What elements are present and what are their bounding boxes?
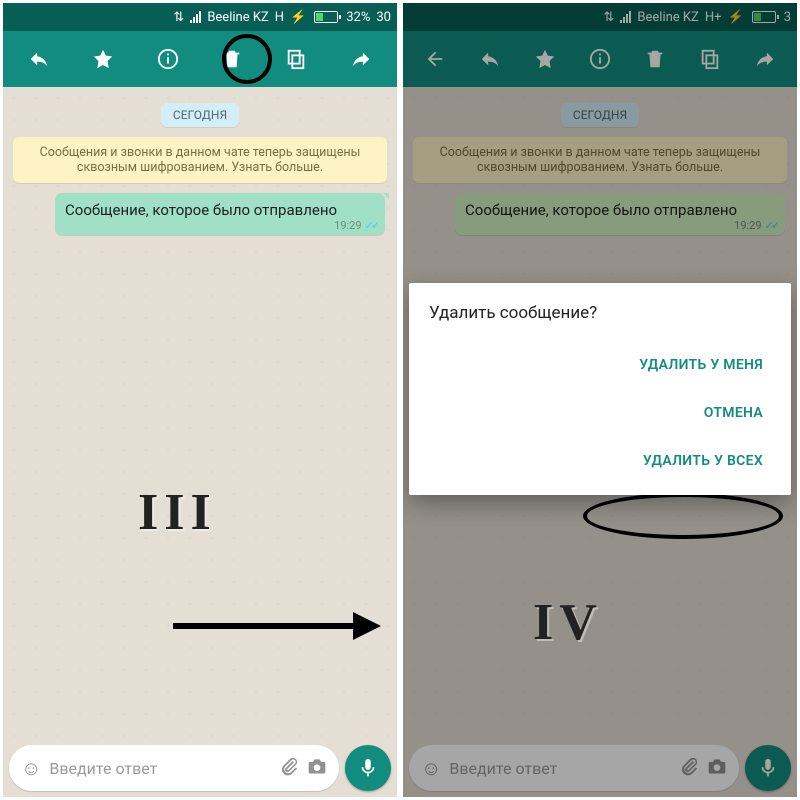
screenshot-step-4: ⇅ Beeline KZ H+ ⚡ 3 СЕГОДНЯ Сообщения и …: [400, 0, 800, 800]
message-time: 19:29: [734, 219, 761, 232]
attach-icon[interactable]: [679, 756, 699, 780]
copy-icon[interactable]: [276, 39, 316, 79]
updown-icon: ⇅: [603, 10, 614, 25]
charging-icon: ⚡: [728, 10, 744, 25]
step-label-3: III: [138, 483, 217, 542]
chat-content: СЕГОДНЯ Сообщения и звонки в данном чате…: [3, 87, 397, 245]
status-trailing: 3: [784, 10, 791, 25]
selection-toolbar: [3, 31, 397, 87]
message-text: Сообщение, которое было отправлено: [65, 201, 375, 219]
network-type: H+: [705, 10, 722, 25]
attach-icon[interactable]: [279, 756, 299, 780]
message-input-bar: ☺ Введите ответ: [409, 745, 791, 791]
mic-button[interactable]: [745, 745, 791, 791]
selection-toolbar: [403, 31, 797, 87]
date-chip: СЕГОДНЯ: [409, 103, 791, 127]
message-bubble[interactable]: Сообщение, которое было отправлено 19:29…: [55, 193, 385, 235]
charging-icon: ⚡: [290, 10, 306, 25]
emoji-icon[interactable]: ☺: [421, 756, 441, 781]
forward-icon[interactable]: [745, 39, 785, 79]
screenshot-step-3: ⇅ Beeline KZ H ⚡ 32% 30 СЕГОДНЯ Сообщени…: [0, 0, 400, 800]
message-time: 19:29: [334, 219, 361, 232]
updown-icon: ⇅: [173, 10, 184, 25]
message-input-bar: ☺ Введите ответ: [9, 745, 391, 791]
mic-button[interactable]: [345, 745, 391, 791]
dialog-title: Удалить сообщение?: [429, 303, 771, 323]
message-meta: 19:29 ✓✓: [734, 219, 777, 232]
reply-icon[interactable]: [19, 39, 59, 79]
encryption-banner[interactable]: Сообщения и звонки в данном чате теперь …: [13, 137, 387, 183]
trash-icon[interactable]: [212, 39, 252, 79]
camera-icon[interactable]: [707, 756, 727, 780]
reply-icon[interactable]: [470, 39, 510, 79]
copy-icon[interactable]: [690, 39, 730, 79]
forward-icon[interactable]: [341, 39, 381, 79]
signal-icon: [190, 11, 201, 23]
status-bar: ⇅ Beeline KZ H+ ⚡ 3: [403, 3, 797, 31]
message-meta: 19:29 ✓✓: [334, 219, 377, 232]
arrow-icon: [173, 623, 353, 629]
message-text: Сообщение, которое было отправлено: [465, 201, 775, 219]
cancel-button[interactable]: ОТМЕНА: [696, 391, 771, 435]
carrier-label: Beeline KZ: [637, 10, 698, 25]
carrier-label: Beeline KZ: [207, 10, 268, 25]
dialog-actions: УДАЛИТЬ У МЕНЯ ОТМЕНА УДАЛИТЬ У ВСЕХ: [429, 343, 771, 483]
status-bar: ⇅ Beeline KZ H ⚡ 32% 30: [3, 3, 397, 31]
network-type: H: [275, 10, 284, 25]
chat-content: СЕГОДНЯ Сообщения и звонки в данном чате…: [403, 87, 797, 245]
encryption-banner[interactable]: Сообщения и звонки в данном чате теперь …: [413, 137, 787, 183]
battery-icon: [752, 11, 776, 23]
emoji-icon[interactable]: ☺: [21, 756, 41, 781]
info-icon[interactable]: [148, 39, 188, 79]
delete-for-me-button[interactable]: УДАЛИТЬ У МЕНЯ: [631, 343, 771, 387]
info-icon[interactable]: [580, 39, 620, 79]
star-icon[interactable]: [525, 39, 565, 79]
back-icon[interactable]: [415, 39, 455, 79]
message-input[interactable]: ☺ Введите ответ: [9, 745, 339, 791]
signal-icon: [620, 11, 631, 23]
delete-for-all-button[interactable]: УДАЛИТЬ У ВСЕХ: [635, 439, 771, 483]
input-placeholder: Введите ответ: [49, 759, 271, 778]
date-chip: СЕГОДНЯ: [9, 103, 391, 127]
status-trailing: 30: [376, 10, 391, 25]
message-bubble[interactable]: Сообщение, которое было отправлено 19:29…: [455, 193, 785, 235]
read-ticks-icon: ✓✓: [765, 219, 777, 232]
star-icon[interactable]: [83, 39, 123, 79]
delete-dialog: Удалить сообщение? УДАЛИТЬ У МЕНЯ ОТМЕНА…: [409, 283, 791, 495]
read-ticks-icon: ✓✓: [365, 219, 377, 232]
battery-percent: 32%: [346, 10, 370, 25]
step-label-4: IV: [533, 593, 603, 652]
camera-icon[interactable]: [307, 756, 327, 780]
message-input[interactable]: ☺ Введите ответ: [409, 745, 739, 791]
battery-icon: [314, 11, 338, 23]
trash-icon[interactable]: [635, 39, 675, 79]
input-placeholder: Введите ответ: [449, 759, 671, 778]
